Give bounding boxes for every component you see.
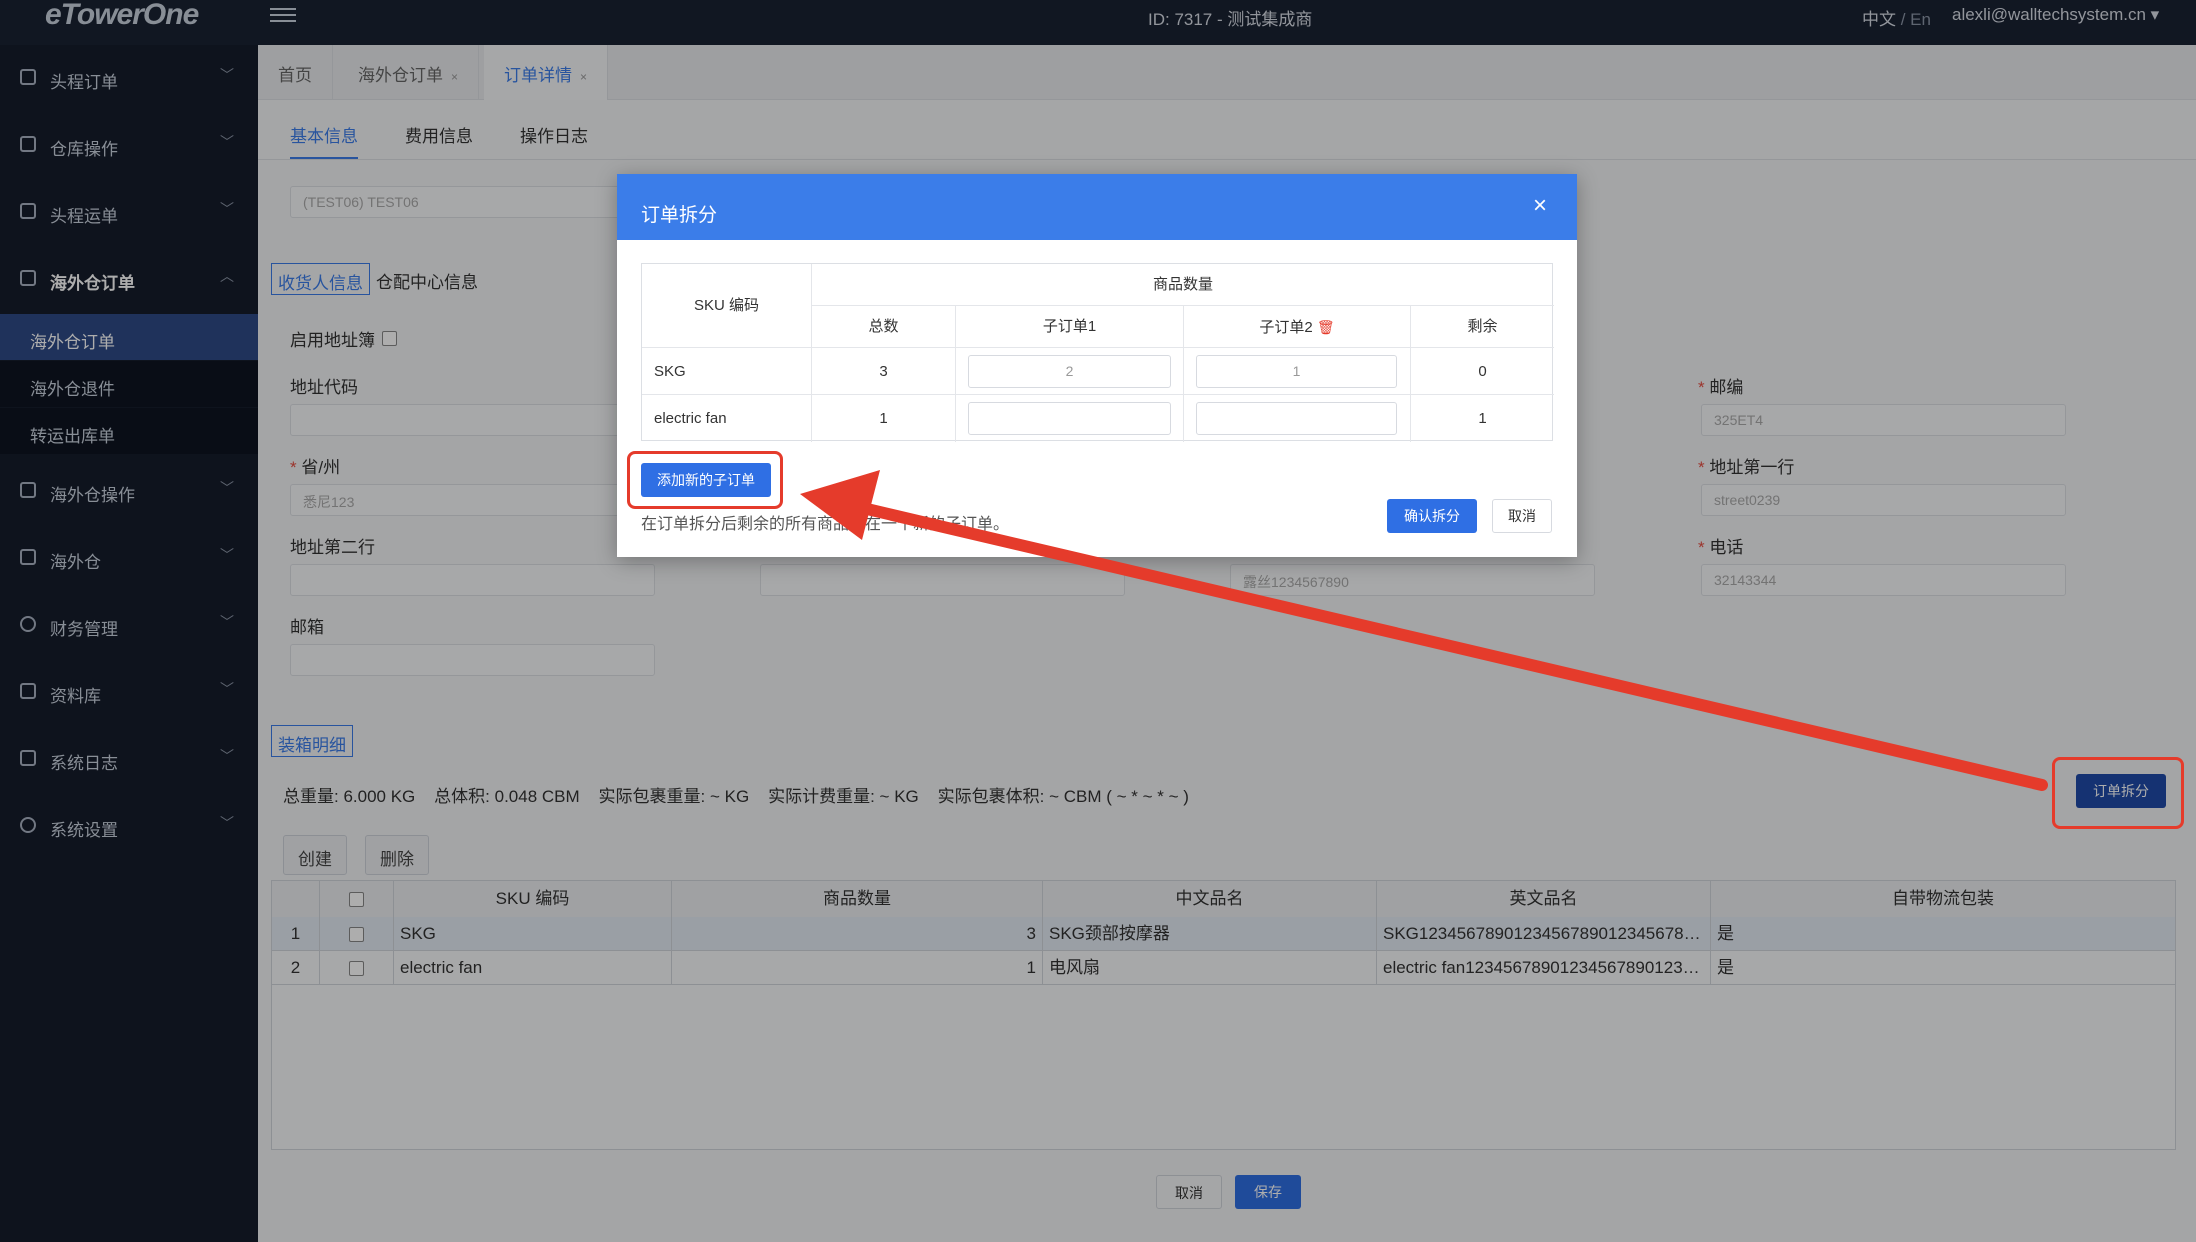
cell-rest: 1 — [1478, 410, 1487, 427]
col-sub2: 子订单2 🗑 — [1184, 306, 1411, 348]
cell-sub1: 2 — [956, 348, 1184, 395]
dialog-header: 订单拆分 × — [617, 174, 1577, 240]
split-table: SKU 编码 商品数量 总数 子订单1 子订单2 🗑 剩余 SKG 3 2 1 … — [641, 263, 1554, 442]
highlight-box — [2052, 757, 2184, 829]
sub2-qty-input[interactable]: 1 — [1196, 355, 1397, 388]
sub1-qty-input[interactable]: 2 — [968, 355, 1171, 388]
cell-total: 3 — [812, 348, 956, 395]
cell-sub2: 1 — [1184, 348, 1411, 395]
col-qty-group: 商品数量 — [812, 264, 1554, 306]
col-total: 总数 — [812, 306, 956, 348]
split-note: 在订单拆分后剩余的所有商品会在一个新的子订单。 — [641, 516, 1010, 533]
sub1-qty-input[interactable] — [968, 402, 1171, 435]
col-sku: SKU 编码 — [642, 264, 812, 348]
split-order-dialog: 订单拆分 × SKU 编码 商品数量 总数 子订单1 子订单2 🗑 剩余 SKG… — [617, 174, 1577, 557]
dialog-cancel-button[interactable]: 取消 — [1492, 499, 1552, 533]
cell-sub2 — [1184, 395, 1411, 442]
cell-sku: SKG — [642, 348, 812, 395]
add-suborder-button[interactable]: 添加新的子订单 — [641, 463, 771, 497]
dialog-title: 订单拆分 — [641, 205, 718, 226]
cell-rest: 0 — [1411, 348, 1554, 395]
trash-icon[interactable]: 🗑 — [1317, 319, 1335, 335]
col-sub1: 子订单1 — [956, 306, 1184, 348]
cell-sku: electric fan — [642, 395, 812, 442]
close-icon[interactable]: × — [1533, 192, 1547, 220]
cell-total: 1 — [812, 395, 956, 442]
col-rest: 剩余 — [1411, 306, 1554, 348]
col-sub2-label: 子订单2 — [1259, 319, 1313, 336]
cell-sub1 — [956, 395, 1184, 442]
sub2-qty-input[interactable] — [1196, 402, 1397, 435]
confirm-split-button[interactable]: 确认拆分 — [1387, 499, 1477, 533]
